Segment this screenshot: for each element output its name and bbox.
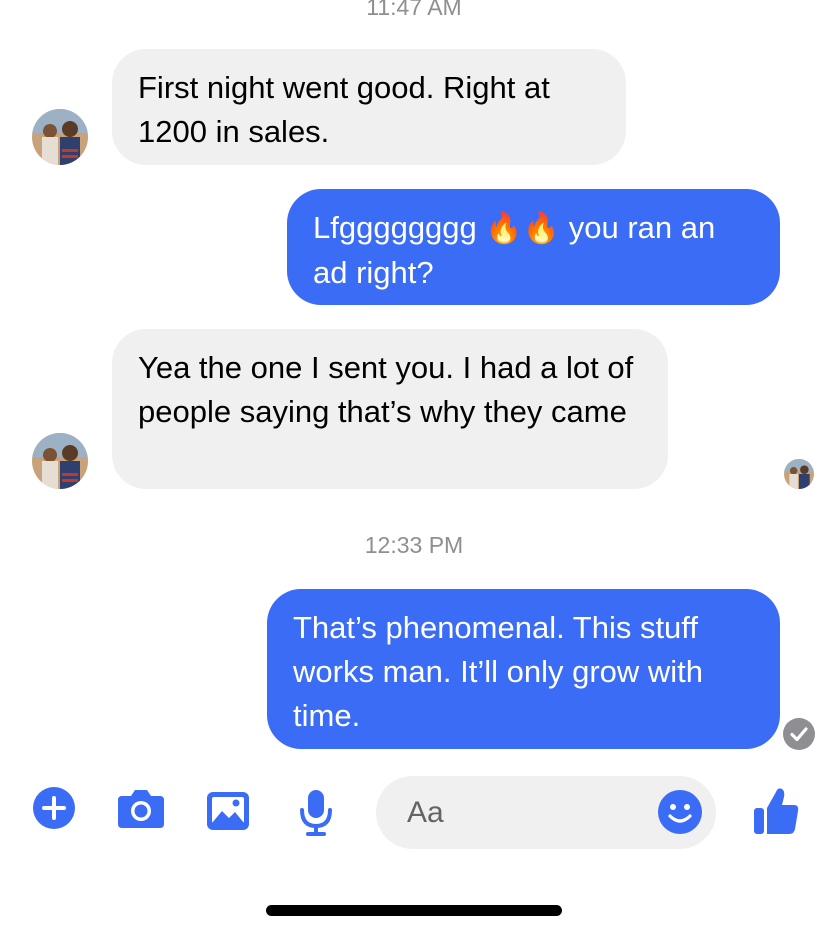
camera-icon[interactable] bbox=[116, 786, 166, 835]
thumbs-up-icon[interactable] bbox=[752, 786, 800, 841]
message-text: First night went good. Right at 1200 in … bbox=[138, 70, 550, 149]
message-text: That’s phenomenal. This stuff works man.… bbox=[293, 610, 704, 733]
message-text: Lfgggggggg bbox=[313, 210, 477, 245]
message-bubble-incoming[interactable]: Yea the one I sent you. I had a lot of p… bbox=[112, 329, 668, 489]
plus-icon[interactable] bbox=[32, 786, 76, 835]
home-indicator bbox=[266, 905, 562, 916]
delivered-check-icon bbox=[782, 717, 816, 756]
image-icon[interactable] bbox=[205, 790, 251, 837]
timestamp: 11:47 AM bbox=[366, 0, 462, 20]
contact-avatar[interactable] bbox=[32, 433, 88, 489]
contact-avatar[interactable] bbox=[32, 109, 88, 165]
timestamp: 12:33 PM bbox=[364, 532, 464, 558]
message-input[interactable]: Aa bbox=[376, 776, 716, 849]
fire-emoji-icon: 🔥🔥 bbox=[485, 212, 561, 245]
emoji-icon[interactable] bbox=[657, 789, 703, 840]
seen-avatar bbox=[784, 459, 814, 489]
message-input-placeholder: Aa bbox=[407, 796, 444, 829]
microphone-icon[interactable] bbox=[298, 788, 334, 841]
message-bubble-outgoing[interactable]: That’s phenomenal. This stuff works man.… bbox=[267, 589, 780, 749]
message-bubble-outgoing[interactable]: Lfgggggggg 🔥🔥 you ran an ad right? bbox=[287, 189, 780, 305]
message-text: Yea the one I sent you. I had a lot of p… bbox=[138, 350, 634, 429]
message-bubble-incoming[interactable]: First night went good. Right at 1200 in … bbox=[112, 49, 626, 165]
